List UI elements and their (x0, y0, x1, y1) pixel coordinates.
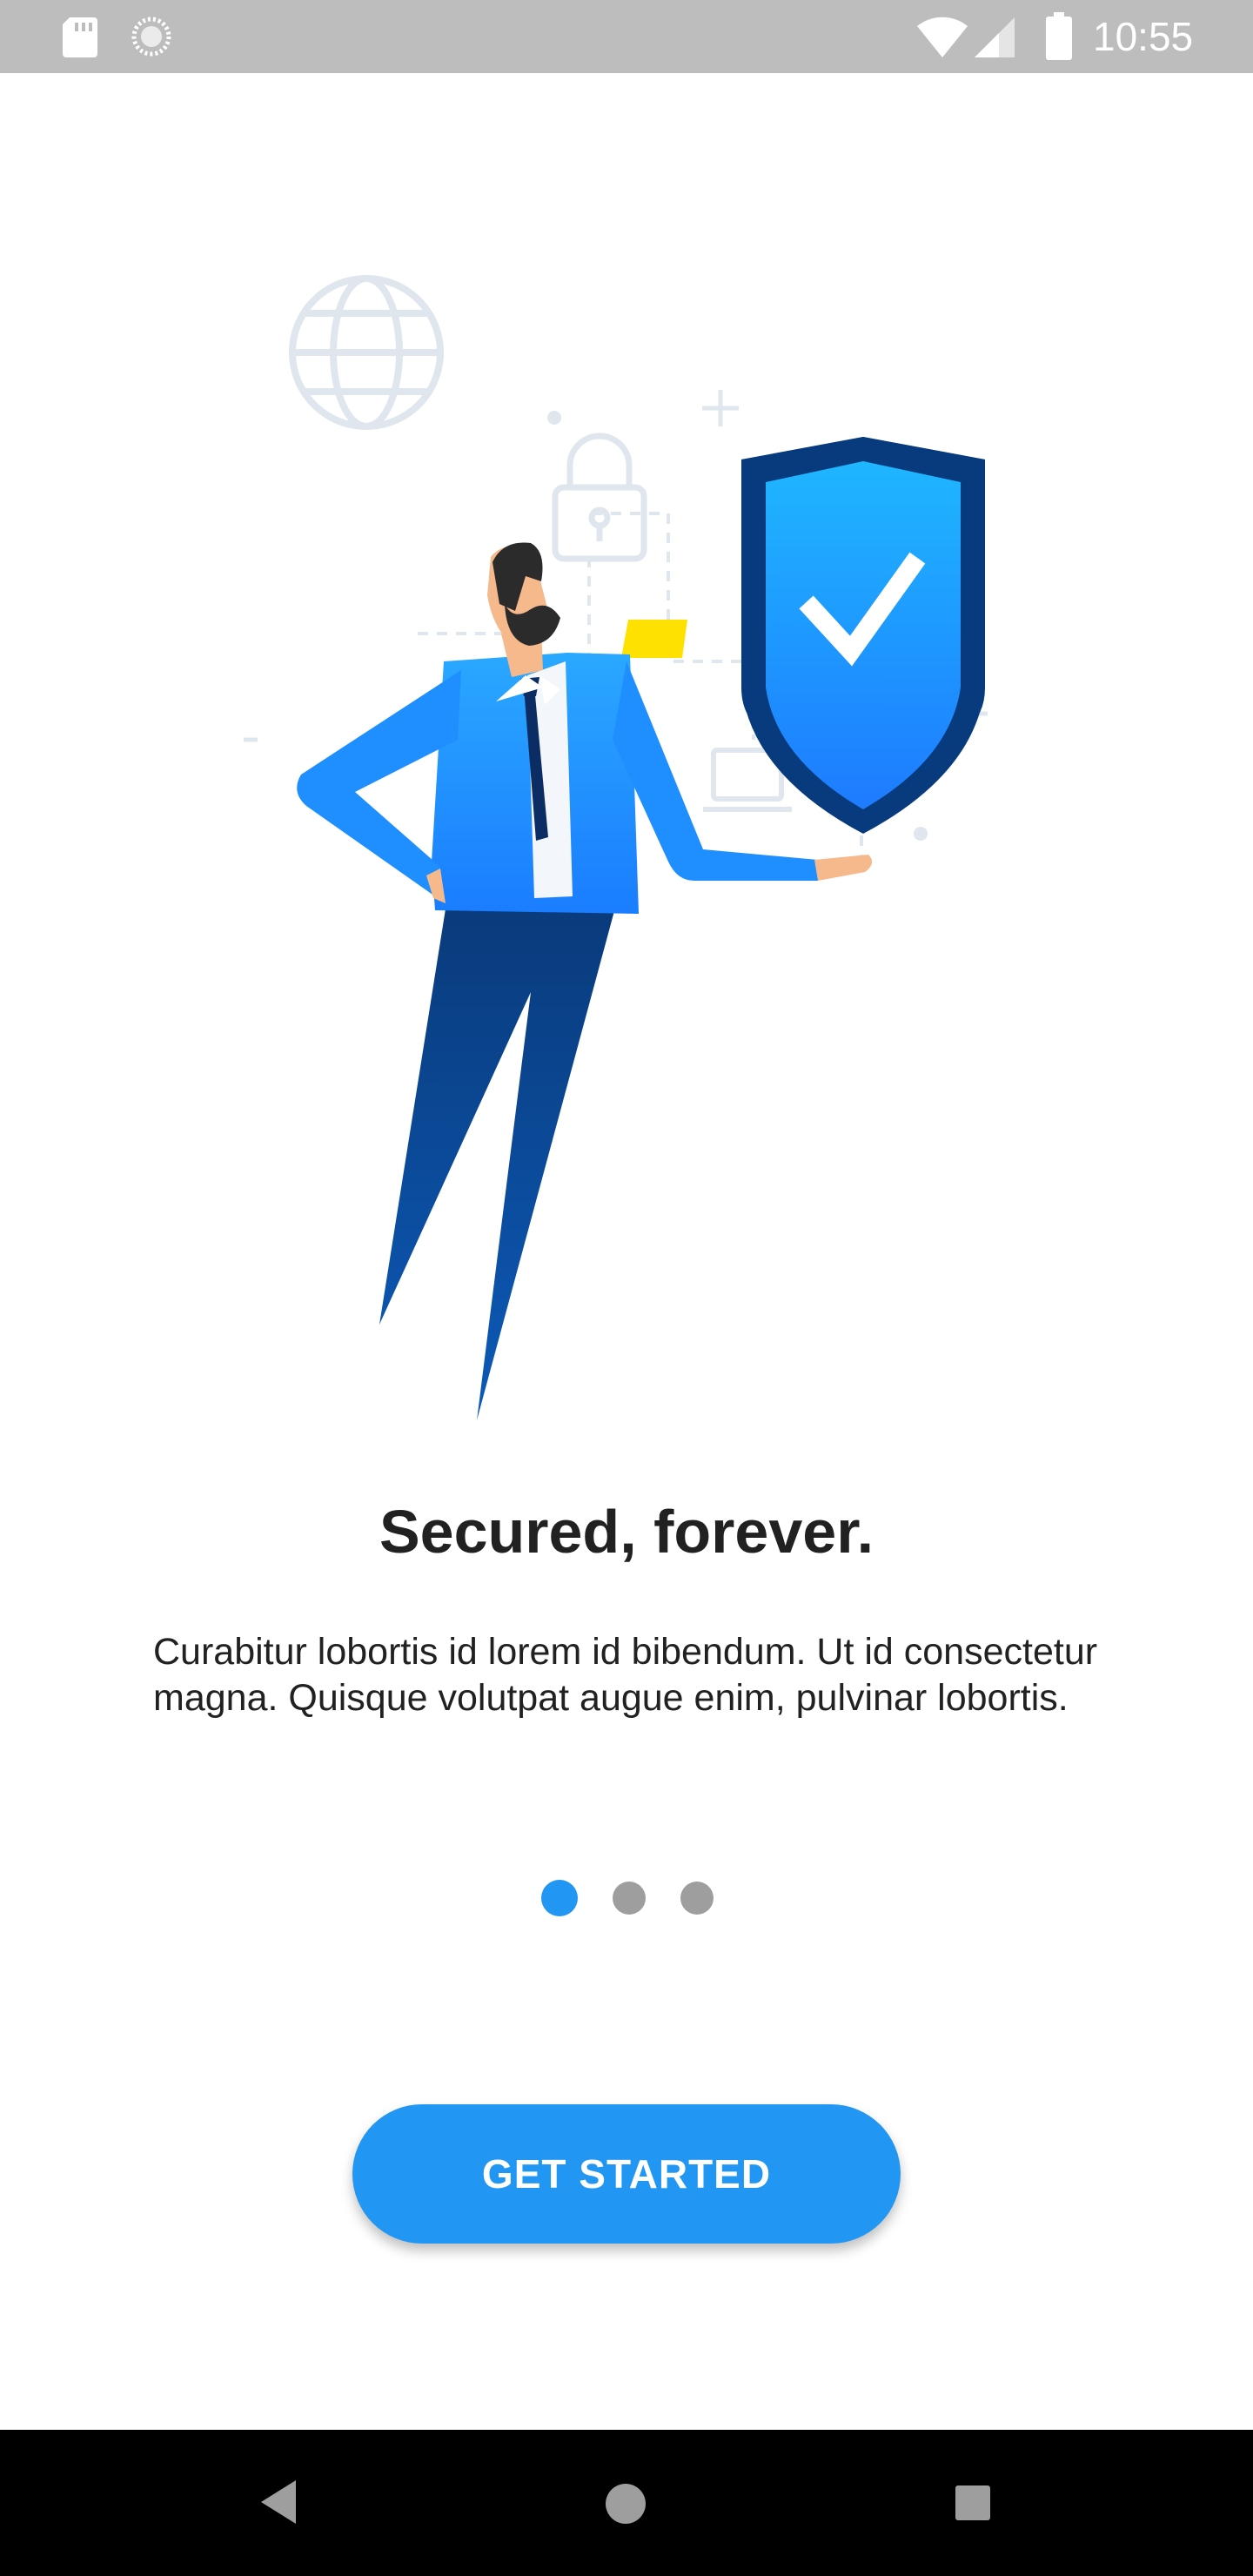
onboarding-screen: 10:55 Secured, forever. Curabitur lobort… (0, 0, 1253, 2576)
back-icon[interactable] (258, 2477, 299, 2527)
recents-icon[interactable] (954, 2484, 992, 2522)
sync-icon (131, 17, 171, 57)
wifi-icon (917, 17, 968, 58)
card-icon (621, 620, 687, 658)
battery-icon (1046, 12, 1072, 60)
onboarding-description: Curabitur lobortis id lorem id bibendum.… (153, 1631, 1098, 1719)
page-indicator (0, 1880, 1253, 1918)
get-started-button[interactable]: GET STARTED (352, 2104, 901, 2244)
home-icon[interactable] (604, 2482, 647, 2526)
onboarding-title: Secured, forever. (379, 1498, 874, 1566)
page-dot-2[interactable] (613, 1882, 646, 1915)
globe-icon (289, 275, 444, 430)
cell-signal-icon (975, 17, 1015, 57)
system-nav-bar (0, 2430, 1253, 2576)
sd-card-icon (63, 17, 97, 57)
page-dot-1[interactable] (541, 1880, 578, 1916)
status-bar: 10:55 (0, 0, 1253, 73)
lock-icon (552, 433, 647, 562)
shield-check-icon (741, 437, 985, 834)
page-dot-3[interactable] (680, 1882, 714, 1915)
security-illustration (244, 275, 988, 1420)
status-clock: 10:55 (1093, 14, 1194, 59)
